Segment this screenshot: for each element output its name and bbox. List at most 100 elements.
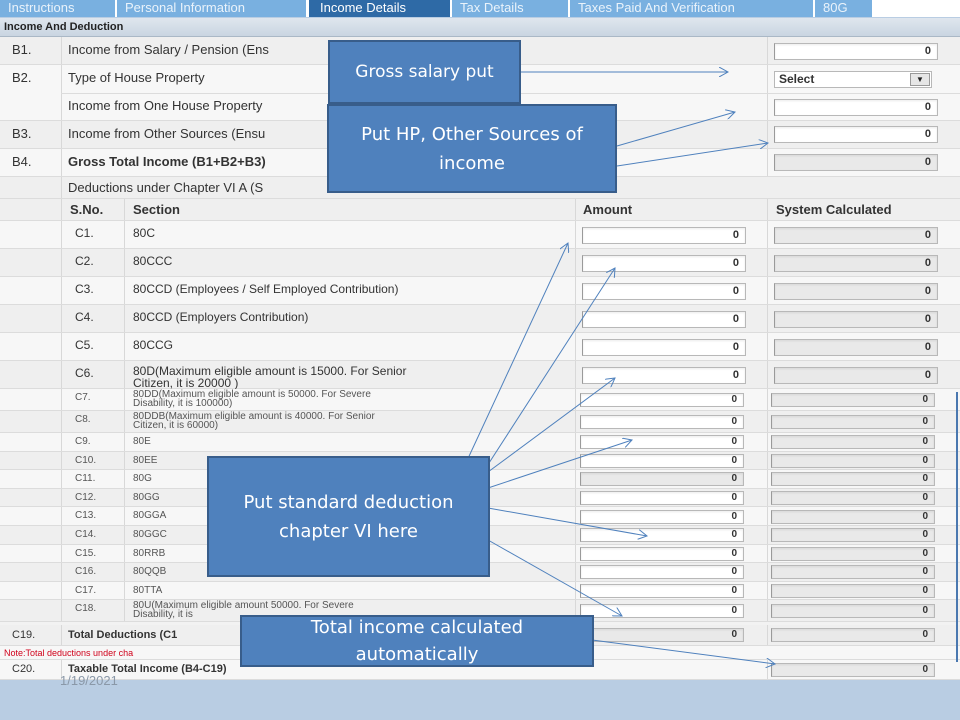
divider [767,507,768,525]
deductions-note: Note:Total deductions under cha [4,648,134,658]
divider [124,277,125,304]
deduction-amount-input[interactable]: 0 [580,415,744,429]
row-code: B3. [12,126,32,141]
deduction-system-calculated: 0 [774,227,938,244]
row-section: 80GGC [133,529,167,540]
deduction-system-calculated: 0 [771,415,935,429]
salary-income-input[interactable]: 0 [774,43,938,60]
callout-hp-other-sources: Put HP, Other Sources of income [327,104,617,193]
row-sno: C15. [75,547,97,559]
divider [575,451,576,470]
tab-income-details[interactable]: Income Details [309,0,451,17]
deduction-amount-input[interactable]: 0 [582,311,746,328]
divider [61,563,62,581]
divider [575,563,576,581]
tab-personal-information[interactable]: Personal Information [117,0,307,17]
row-section: 80C [133,226,156,240]
row-code: B4. [12,154,32,169]
tab-instructions[interactable]: Instructions [0,0,116,17]
divider [124,507,125,525]
column-header-section: Section [133,202,180,217]
divider [124,433,125,451]
deduction-system-calculated: 0 [774,311,938,328]
row-sno: C16. [75,566,97,578]
deduction-system-calculated: 0 [771,584,935,599]
deduction-system-calculated: 0 [774,283,938,300]
deduction-system-calculated: 0 [771,472,935,487]
row-section: 80GG [133,491,160,503]
divider [767,277,768,304]
divider [61,470,62,488]
deduction-amount-input[interactable]: 0 [580,435,744,450]
deduction-amount-input[interactable]: 0 [580,393,744,407]
row-code: C20. [12,663,36,675]
row-sno: C10. [75,454,97,466]
deduction-amount-input[interactable]: 0 [582,367,746,384]
taxable-total-income-field: 0 [771,663,935,677]
divider [575,411,576,432]
divider [61,411,62,432]
divider [767,333,768,360]
deduction-amount-input[interactable]: 0 [580,584,744,599]
total-deductions-amount: 0 [580,628,744,642]
deduction-amount-input[interactable]: 0 [580,491,744,506]
divider [61,488,62,507]
divider [575,221,576,248]
row-sno: C7. [75,392,91,403]
row-sno: C18. [75,603,97,615]
divider [767,389,768,410]
deduction-amount-input[interactable]: 0 [580,604,744,619]
tab-80g[interactable]: 80G [815,0,873,17]
divider [61,600,62,622]
divider [575,305,576,332]
deduction-system-calculated: 0 [771,565,935,580]
tab-taxes-paid-and-verification[interactable]: Taxes Paid And Verification [570,0,814,17]
divider [124,361,125,388]
deduction-amount-input[interactable]: 0 [582,339,746,356]
divider [124,544,125,563]
row-label: Income from Other Sources (Ensu [68,126,266,141]
divider [124,563,125,581]
house-property-income-input[interactable]: 0 [774,99,938,116]
row-label: Deductions under Chapter VI A (S [68,180,264,195]
row-sno: C8. [75,414,91,425]
divider [575,361,576,388]
divider [124,305,125,332]
divider [61,433,62,451]
deduction-amount-input[interactable]: 0 [580,509,744,524]
house-property-type-select[interactable]: Select ▼ [774,71,932,88]
tab-bar: Instructions Personal Information Income… [0,0,960,17]
deduction-amount-input[interactable]: 0 [582,255,746,272]
chevron-down-icon[interactable]: ▼ [910,73,930,86]
divider [61,221,62,248]
row-sno: C2. [75,254,94,268]
callout-standard-deduction: Put standard deduction chapter VI here [207,456,490,577]
table-row: C2. 80CCC 0 0 [0,249,960,277]
divider [124,470,125,488]
select-value: Select [779,72,815,86]
table-row: C3. 80CCD (Employees / Self Employed Cont… [0,277,960,305]
divider [767,488,768,507]
deduction-amount-input: 0 [580,472,744,487]
row-section: 80QQB [133,566,167,578]
deduction-amount-input[interactable]: 0 [582,283,746,300]
tab-tax-details[interactable]: Tax Details [452,0,569,17]
other-sources-income-input[interactable]: 0 [774,126,938,143]
deduction-amount-input[interactable]: 0 [580,453,744,468]
divider [575,526,576,544]
row-sno: C3. [75,282,94,296]
deduction-amount-input[interactable]: 0 [580,546,744,561]
gross-total-income-field: 0 [774,154,938,171]
callout-text: automatically [355,644,479,665]
deduction-amount-input[interactable]: 0 [580,565,744,580]
callout-text: Put standard deduction [243,491,454,513]
divider [61,581,62,600]
scrollbar[interactable] [956,392,958,662]
deduction-amount-input[interactable]: 0 [580,528,744,543]
row-code: B2. [12,70,32,85]
row-section: 80E [133,436,151,447]
divider [767,544,768,563]
deduction-system-calculated: 0 [771,546,935,561]
row-section: 80TTA [133,584,163,596]
deduction-amount-input[interactable]: 0 [582,227,746,244]
